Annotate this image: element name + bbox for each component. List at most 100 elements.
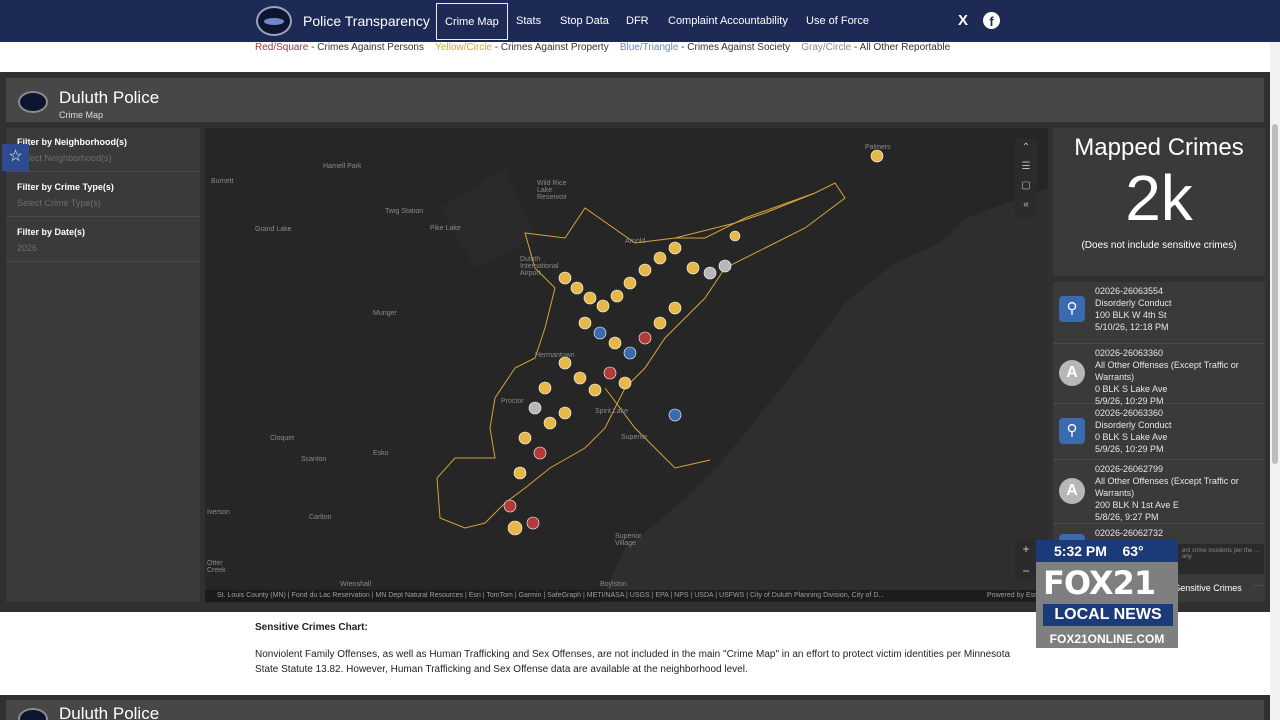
disorderly-person-icon: ⚲ <box>1059 296 1085 322</box>
incident-datetime: 5/8/26, 9:27 PM <box>1095 512 1159 522</box>
incident-datetime: 5/9/26, 10:29 PM <box>1095 444 1164 454</box>
nav-crime-map[interactable]: Crime Map <box>436 3 508 40</box>
list-item[interactable]: ⚲ 02026-26063554 Disorderly Conduct 100 … <box>1053 282 1265 344</box>
police-badge-logo <box>18 708 48 720</box>
incident-datetime: 5/10/26, 12:18 PM <box>1095 322 1169 332</box>
neighborhood-select[interactable]: Select Neighborhood(s) <box>17 153 189 163</box>
legend-blue-key: Blue/Triangle <box>619 42 679 53</box>
place-label: Superior Village <box>615 533 642 547</box>
wild-rice-lake <box>440 168 535 268</box>
broadcast-temperature: 63° <box>1122 543 1144 559</box>
tv-station-bug: 5:32 PM 63° FOX21 LOCAL NEWS FOX21ONLINE… <box>1036 540 1178 648</box>
place-label: Wrenshall <box>340 581 371 588</box>
place-label: Boylston <box>600 581 627 588</box>
map-canvas <box>436 149 1048 602</box>
dashboard-header: Duluth Police Crime Map <box>6 78 1264 122</box>
nav-stats[interactable]: Stats <box>516 15 541 27</box>
police-badge-logo[interactable] <box>256 6 292 36</box>
zoom-out-button[interactable]: − <box>1015 560 1037 582</box>
date-select[interactable]: 2026 <box>17 243 189 253</box>
favorite-star-icon[interactable]: ☆ <box>2 144 29 171</box>
lake-superior <box>600 188 1048 602</box>
place-label: Burnett <box>211 178 234 185</box>
nav-use-of-force[interactable]: Use of Force <box>806 15 869 27</box>
legend-gray-desc: - All Other Reportable <box>851 42 951 53</box>
nav-dfr[interactable]: DFR <box>626 15 649 27</box>
dashboard-subtitle: Crime Map <box>59 110 104 120</box>
list-item[interactable]: A 02026-26062799 All Other Offenses (Exc… <box>1053 460 1265 524</box>
filter-label: Filter by Crime Type(s) <box>17 182 114 192</box>
indicator-note: (Does not include sensitive crimes) <box>1081 240 1237 251</box>
map-attribution: St. Louis County (MN) | Fond du Lac Rese… <box>205 590 1048 602</box>
crime-map[interactable]: Palmers Harnell Park Burnett Wild Rice L… <box>205 128 1048 602</box>
place-label: Proctor <box>501 398 524 405</box>
place-label: Carlton <box>309 514 332 521</box>
place-label: Esko <box>373 450 389 457</box>
page-scrollbar[interactable] <box>1270 42 1280 720</box>
list-item[interactable]: A 02026-26063360 All Other Offenses (Exc… <box>1053 344 1265 406</box>
zoom-controls: + − <box>1015 538 1037 582</box>
scrollbar-thumb[interactable] <box>1272 124 1278 464</box>
attribution-text: St. Louis County (MN) | Fond du Lac Rese… <box>217 592 885 599</box>
dashboard-title: Duluth Police <box>59 704 160 720</box>
station-logo: FOX21 LOCAL NEWS <box>1036 562 1178 630</box>
river-boundary <box>604 387 711 469</box>
filter-date[interactable]: Filter by Date(s) 2026 <box>6 218 200 262</box>
collapse-left-icon[interactable]: « <box>1015 195 1037 214</box>
dashboard-title: Duluth Police <box>59 88 160 107</box>
facebook-icon[interactable]: f <box>983 12 1000 29</box>
incident-offense: Disorderly Conduct <box>1095 298 1172 308</box>
incident-offense: Disorderly Conduct <box>1095 420 1172 430</box>
filter-panel: Filter by Neighborhood(s) Select Neighbo… <box>6 128 200 602</box>
crime-type-select[interactable]: Select Crime Type(s) <box>17 198 189 208</box>
incident-details: 02026-26063554 Disorderly Conduct 100 BL… <box>1095 285 1255 333</box>
place-label: Munger <box>373 310 397 317</box>
indicator-value: 2k <box>1125 162 1193 234</box>
place-label: Harnell Park <box>323 163 362 170</box>
powered-by-esri[interactable]: Powered by Esri <box>987 590 1038 602</box>
station-website: FOX21ONLINE.COM <box>1036 630 1178 648</box>
nav-complaint-accountability[interactable]: Complaint Accountability <box>668 15 788 27</box>
nav-stop-data[interactable]: Stop Data <box>560 15 609 27</box>
place-label: Duluth International Airport <box>520 256 559 277</box>
collapse-up-icon[interactable]: ⌃ <box>1015 138 1037 157</box>
incident-details: 02026-26063360 Disorderly Conduct 0 BLK … <box>1095 407 1255 455</box>
incident-location: 0 BLK S Lake Ave <box>1095 384 1168 394</box>
place-label: Cloquet <box>270 435 295 442</box>
place-label: Otter Creek <box>207 560 226 574</box>
second-dashboard: Duluth Police <box>0 695 1270 720</box>
place-label: Hermantown <box>535 352 575 359</box>
legend-yellow-desc: - Crimes Against Property <box>491 42 609 53</box>
place-label: Pike Lake <box>430 225 461 232</box>
local-news-label: LOCAL NEWS <box>1043 604 1173 626</box>
sensitive-body: Nonviolent Family Offenses, as well as H… <box>255 649 1011 675</box>
legend-gray-key: Gray/Circle <box>801 42 852 53</box>
filter-neighborhood[interactable]: Filter by Neighborhood(s) Select Neighbo… <box>6 128 200 172</box>
marker-legend: Red/Square - Crimes Against Persons Yell… <box>255 42 950 53</box>
place-label: Superior <box>621 434 648 441</box>
incident-number: 02026-26063554 <box>1095 286 1164 296</box>
filter-label: Filter by Neighborhood(s) <box>17 137 127 147</box>
legend-red-key: Red/Square <box>255 42 309 53</box>
all-other-icon: A <box>1059 360 1085 386</box>
broadcast-time: 5:32 PM <box>1054 543 1107 559</box>
zoom-in-button[interactable]: + <box>1015 538 1037 560</box>
x-social-icon[interactable]: X <box>958 12 968 29</box>
site-title[interactable]: Police Transparency <box>303 13 430 29</box>
indicator-title: Mapped Crimes <box>1074 134 1244 161</box>
legend-yellow-key: Yellow/Circle <box>435 42 492 53</box>
sensitive-crimes-section: Sensitive Crimes Chart: Nonviolent Famil… <box>255 622 1015 677</box>
place-label: Palmers <box>865 144 891 151</box>
incident-details: 02026-26062799 All Other Offenses (Excep… <box>1095 463 1255 523</box>
sensitive-heading: Sensitive Crimes Chart: <box>255 622 368 633</box>
bookmark-icon[interactable]: ▢ <box>1015 176 1037 195</box>
incident-location: 100 BLK W 4th St <box>1095 310 1167 320</box>
time-temp-bar: 5:32 PM 63° <box>1036 540 1178 562</box>
legend-red-desc: - Crimes Against Persons <box>308 42 424 53</box>
list-item[interactable]: ⚲ 02026-26063360 Disorderly Conduct 0 BL… <box>1053 404 1265 460</box>
list-icon[interactable]: ☰ <box>1015 157 1037 176</box>
dashboard-header: Duluth Police <box>6 700 1264 720</box>
place-label: Arnold <box>625 238 646 245</box>
all-other-icon: A <box>1059 478 1085 504</box>
filter-crime-type[interactable]: Filter by Crime Type(s) Select Crime Typ… <box>6 173 200 217</box>
